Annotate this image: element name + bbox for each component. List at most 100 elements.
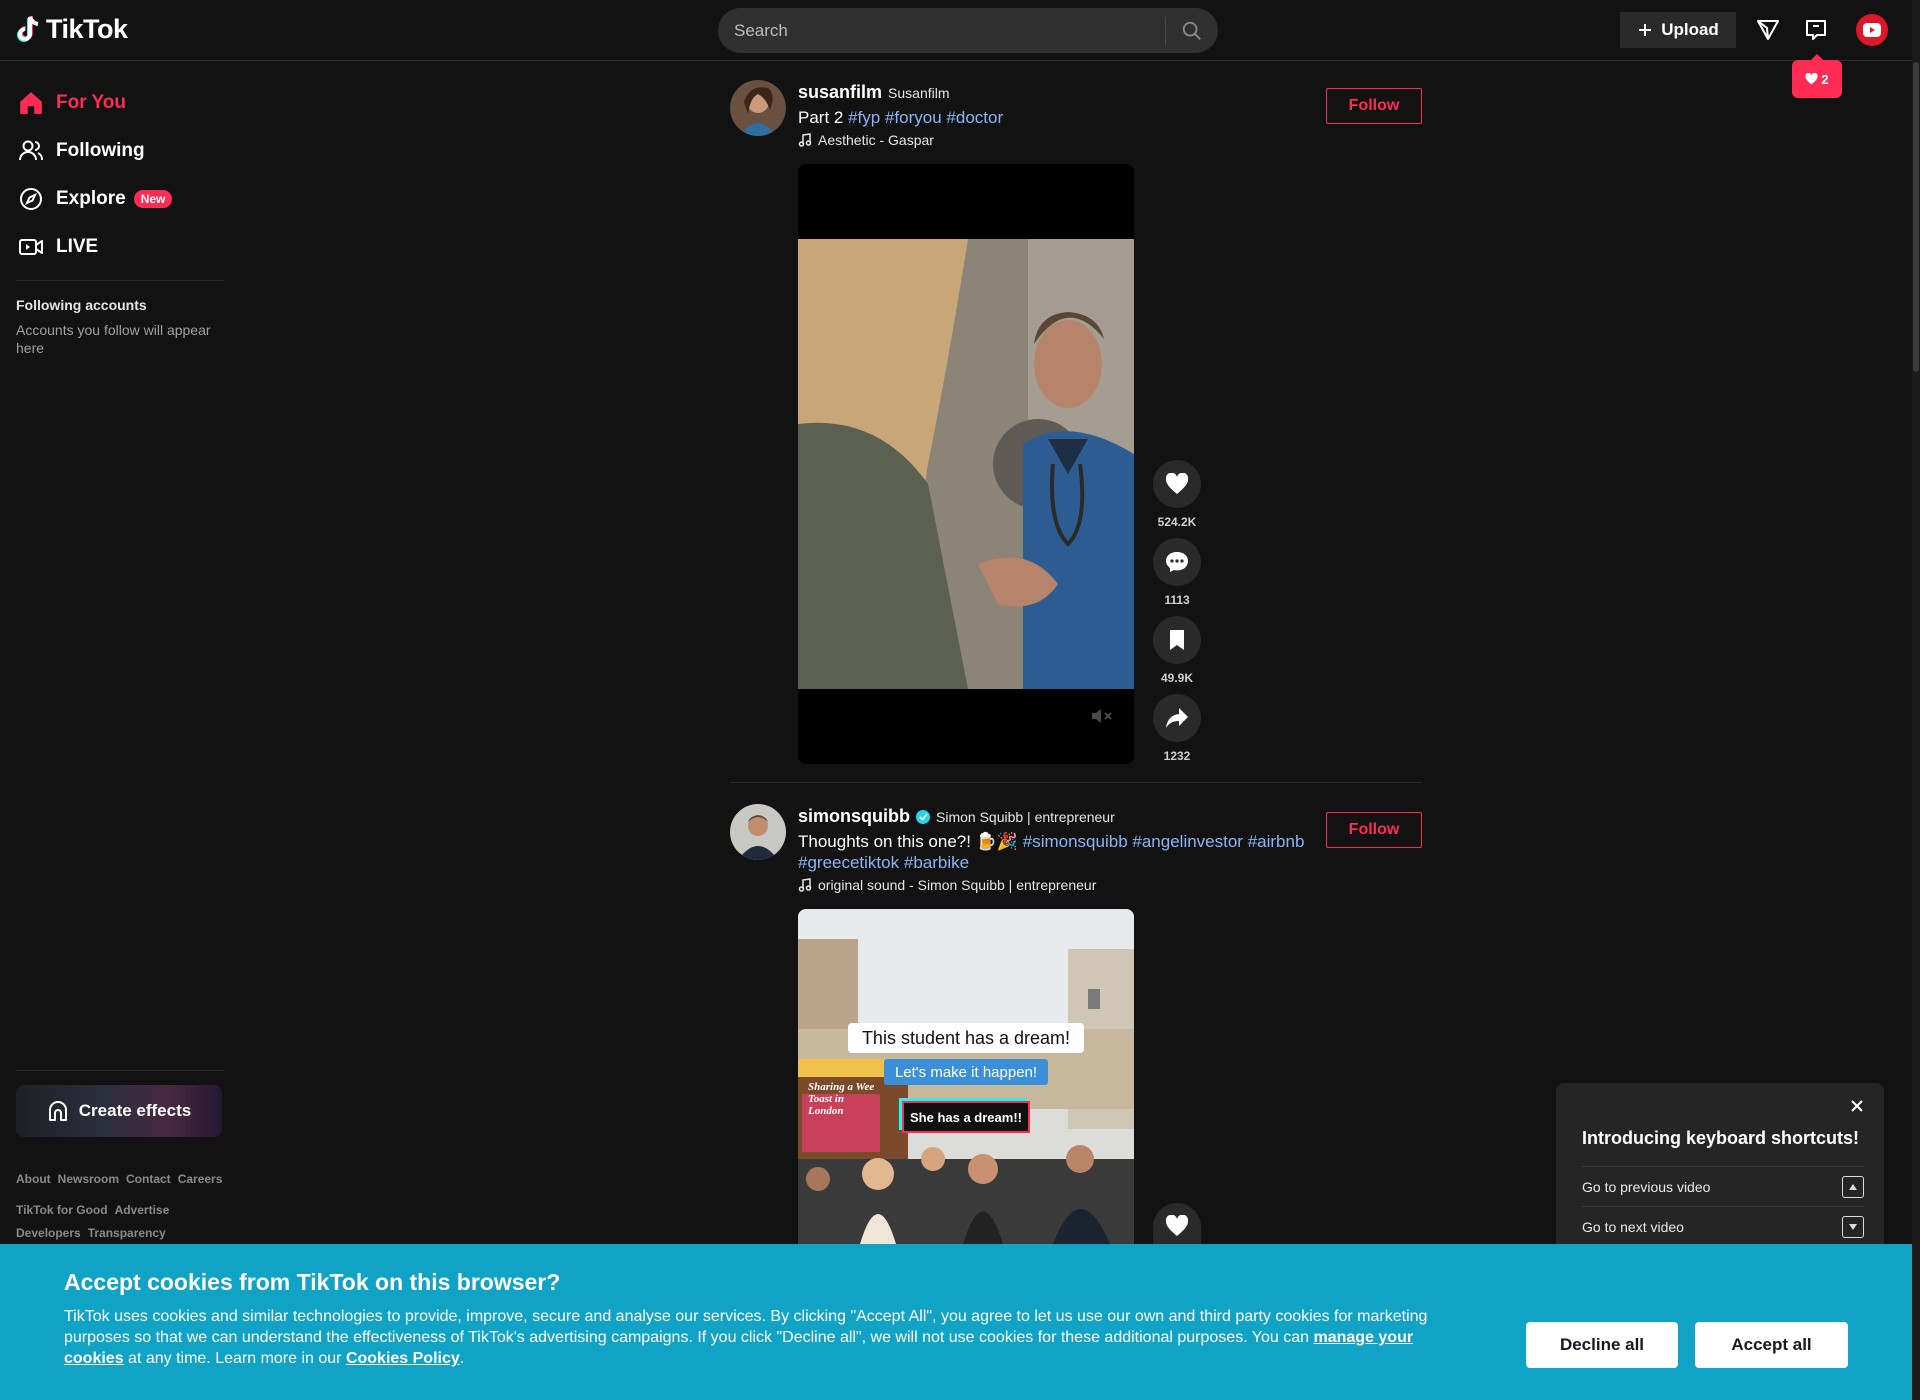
save-action[interactable]: 49.9K xyxy=(1152,616,1202,685)
search-icon xyxy=(1182,21,1201,40)
shortcuts-title: Introducing keyboard shortcuts! xyxy=(1582,1128,1860,1148)
hashtag-link[interactable]: #angelinvestor xyxy=(1132,832,1243,851)
follow-button[interactable]: Follow xyxy=(1326,88,1422,124)
nav-label: For You xyxy=(56,92,127,113)
like-action[interactable] xyxy=(1152,1203,1202,1244)
nav-for-you[interactable]: For You xyxy=(18,90,126,116)
users-icon xyxy=(19,140,43,161)
search-button[interactable] xyxy=(1166,8,1218,53)
footer-link[interactable]: TikTok for Good xyxy=(16,1203,108,1217)
profile-avatar[interactable] xyxy=(1856,14,1888,46)
inbox-filter-button[interactable] xyxy=(1752,14,1784,46)
music-title: original sound - Simon Squibb | entrepre… xyxy=(818,877,1097,893)
cookie-title: Accept cookies from TikTok on this brows… xyxy=(64,1269,561,1295)
cookie-body-text: . xyxy=(459,1350,465,1367)
post-caption: Thoughts on this one?! 🍺🎉 #simonsquibb #… xyxy=(798,831,1318,873)
hashtag-link[interactable]: #greecetiktok xyxy=(798,853,899,872)
post-author-avatar[interactable] xyxy=(730,804,786,860)
post-divider xyxy=(730,782,1422,783)
close-button[interactable] xyxy=(1850,1099,1864,1118)
shortcut-row: Go to next video xyxy=(1582,1206,1864,1246)
decline-all-button[interactable]: Decline all xyxy=(1526,1322,1678,1368)
username[interactable]: susanfilm xyxy=(798,82,882,103)
nav-live[interactable]: LIVE xyxy=(18,234,98,260)
footer-link[interactable]: Transparency xyxy=(88,1226,166,1240)
footer-link[interactable]: Careers xyxy=(178,1172,223,1186)
share-action[interactable]: 1232 xyxy=(1152,694,1202,763)
create-effects-button[interactable]: Create effects xyxy=(16,1085,222,1137)
hashtag-link[interactable]: #airbnb xyxy=(1248,832,1305,851)
cookie-body-text: at any time. Learn more in our xyxy=(128,1350,342,1367)
messages-button[interactable] xyxy=(1800,14,1832,46)
music-title: Aesthetic - Gaspar xyxy=(818,132,934,148)
post-author[interactable]: simonsquibb Simon Squibb | entrepreneur xyxy=(798,806,1115,827)
live-icon xyxy=(19,239,43,255)
footer-link[interactable]: Newsroom xyxy=(58,1172,119,1186)
tiktok-note-icon xyxy=(14,15,42,45)
caption-text: Thoughts on this one?! 🍺🎉 xyxy=(798,832,1019,851)
hashtag-link[interactable]: #barbike xyxy=(904,853,969,872)
cookies-policy-link[interactable]: Cookies Policy xyxy=(346,1350,460,1367)
music-note-icon xyxy=(798,878,812,892)
footer-link[interactable]: Contact xyxy=(126,1172,171,1186)
muted-speaker-icon xyxy=(1092,709,1112,723)
arrow-up-key-icon xyxy=(1842,1175,1864,1198)
footer-link[interactable]: About xyxy=(16,1172,51,1186)
mute-button[interactable] xyxy=(1090,706,1116,731)
like-count: 524.2K xyxy=(1157,515,1197,529)
post-author-avatar[interactable] xyxy=(730,80,786,136)
nav-label: Explore xyxy=(56,188,126,209)
video-frame xyxy=(798,164,1134,764)
upload-button[interactable]: Upload xyxy=(1620,12,1736,48)
comment-button[interactable] xyxy=(1153,538,1201,586)
share-button[interactable] xyxy=(1153,694,1201,742)
username[interactable]: simonsquibb xyxy=(798,806,910,827)
video-player[interactable]: Sharing a Wee Toast in London This stude… xyxy=(798,909,1134,1244)
sidebar: For You Following Explore New LIVE Follo… xyxy=(0,62,240,1242)
nav-label: Following xyxy=(56,140,145,161)
caption-text: Part 2 xyxy=(798,108,844,127)
like-button[interactable] xyxy=(1153,460,1201,508)
like-action[interactable]: 524.2K xyxy=(1152,460,1202,529)
effects-icon xyxy=(48,1101,67,1121)
notification-badge[interactable]: 2 xyxy=(1792,54,1842,98)
following-accounts-hint: Accounts you follow will appear here xyxy=(16,322,211,356)
heart-icon xyxy=(1165,473,1189,494)
follow-button[interactable]: Follow xyxy=(1326,812,1422,848)
nickname: Simon Squibb | entrepreneur xyxy=(936,808,1115,825)
post-author[interactable]: susanfilm Susanfilm xyxy=(798,82,950,103)
shop-sign-text: Sharing a Wee Toast in London xyxy=(808,1081,875,1117)
hashtag-link[interactable]: #foryou xyxy=(885,108,942,127)
comment-action[interactable]: 1113 xyxy=(1152,538,1202,607)
accept-all-button[interactable]: Accept all xyxy=(1695,1322,1848,1368)
search-input[interactable] xyxy=(718,8,1165,53)
post-music[interactable]: original sound - Simon Squibb | entrepre… xyxy=(798,877,1096,893)
save-button[interactable] xyxy=(1153,616,1201,664)
logo-text: TikTok xyxy=(46,14,128,44)
footer-link[interactable]: Developers xyxy=(16,1226,81,1240)
shortcut-label: Go to previous video xyxy=(1582,1178,1711,1195)
nav-following[interactable]: Following xyxy=(18,138,145,164)
comment-icon xyxy=(1166,552,1188,572)
arrow-down-key-icon xyxy=(1842,1215,1864,1238)
footer-links-row: TikTok for Good Advertise xyxy=(16,1203,169,1217)
hashtag-link[interactable]: #fyp xyxy=(848,108,880,127)
post-music[interactable]: Aesthetic - Gaspar xyxy=(798,132,934,148)
video-player[interactable] xyxy=(798,164,1134,764)
like-button[interactable] xyxy=(1153,1203,1201,1244)
scrollbar-thumb[interactable] xyxy=(1913,62,1919,372)
hashtag-link[interactable]: #simonsquibb xyxy=(1023,832,1128,851)
plus-icon xyxy=(1639,24,1652,36)
search-bar[interactable] xyxy=(718,8,1218,53)
nav-explore[interactable]: Explore New xyxy=(18,186,173,212)
hashtag-link[interactable]: #doctor xyxy=(946,108,1003,127)
video-overlay-caption: Let's make it happen! xyxy=(884,1059,1048,1085)
verified-badge-icon xyxy=(916,809,930,824)
new-badge: New xyxy=(133,190,173,208)
heart-icon xyxy=(1165,1215,1189,1236)
send-icon xyxy=(1757,20,1779,40)
footer-links-row: Developers Transparency xyxy=(16,1226,166,1240)
footer-link[interactable]: Advertise xyxy=(115,1203,170,1217)
nickname: Susanfilm xyxy=(888,84,950,101)
tiktok-logo[interactable]: TikTok xyxy=(14,14,128,45)
